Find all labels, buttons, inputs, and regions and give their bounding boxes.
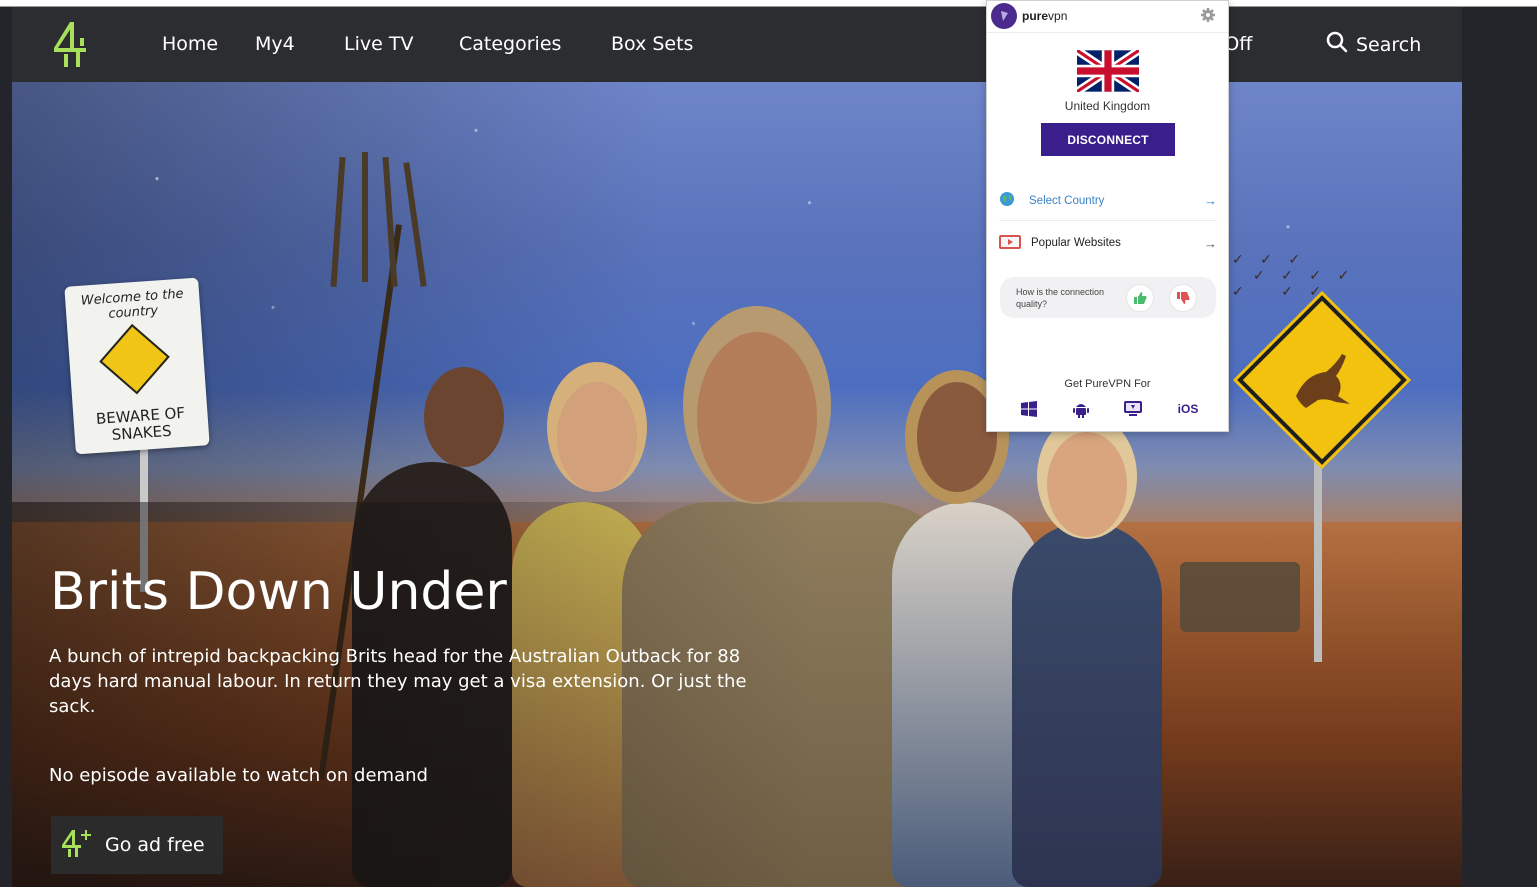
popular-websites-label: Popular Websites — [1031, 237, 1121, 249]
purevpn-logo-icon — [991, 3, 1017, 29]
select-country-row[interactable]: Select Country → — [999, 181, 1217, 221]
ios-link[interactable]: iOS — [1173, 399, 1203, 419]
snake-warning-sign: Welcome to the country BEWARE OF SNAKES — [64, 277, 210, 455]
left-edge — [0, 7, 12, 887]
person-3-head — [697, 332, 817, 502]
purevpn-brand: purevpn — [1022, 9, 1067, 23]
birds-image: ✓ ✓ ✓ ✓ ✓ ✓ ✓ ✓ ✓ ✓ — [1232, 252, 1356, 300]
go-ad-free-button[interactable]: Go ad free — [51, 816, 223, 874]
nav-categories[interactable]: Categories — [459, 33, 561, 55]
channel4-plus-icon — [61, 828, 93, 863]
show-description: A bunch of intrepid backpacking Brits he… — [49, 646, 747, 717]
search-button[interactable]: Search — [1326, 31, 1421, 58]
quality-question: How is the connection quality? — [1016, 287, 1105, 309]
connection-quality-box: How is the connection quality? — [1000, 277, 1216, 318]
search-icon — [1326, 31, 1348, 58]
person-4-head — [917, 382, 997, 492]
sign-text-welcome: Welcome to the country — [80, 286, 185, 322]
nav-my4[interactable]: My4 — [255, 33, 295, 55]
person-5-head — [1047, 432, 1127, 537]
purevpn-popup: purevpn United Kingdom DISCONNECT Select… — [986, 0, 1229, 432]
person-5-image — [1012, 522, 1162, 887]
nav-box-sets[interactable]: Box Sets — [611, 33, 693, 55]
settings-gear-icon[interactable] — [1200, 7, 1216, 23]
top-navigation: Home My4 Live TV Categories Box Sets s: … — [12, 7, 1462, 82]
popular-websites-row[interactable]: Popular Websites → — [999, 223, 1217, 263]
globe-icon — [999, 191, 1015, 210]
availability-text: No episode available to watch on demand — [49, 765, 428, 786]
windows-icon[interactable] — [1019, 399, 1039, 419]
android-icon[interactable] — [1071, 399, 1091, 419]
person-1-head — [424, 367, 504, 467]
nav-home[interactable]: Home — [162, 33, 218, 55]
browser-top-strip — [0, 0, 1537, 7]
uk-flag-icon — [1074, 46, 1142, 96]
right-side-panel — [1462, 7, 1537, 887]
brand-rest: vpn — [1048, 9, 1068, 23]
arrow-right-icon: → — [1204, 193, 1217, 208]
mac-icon[interactable] — [1123, 399, 1143, 419]
video-player-icon — [999, 234, 1021, 252]
go-ad-free-label: Go ad free — [105, 834, 205, 856]
person-2-head — [557, 382, 637, 492]
brand-bold: pure — [1022, 9, 1049, 23]
thumbs-down-icon[interactable] — [1169, 284, 1197, 312]
nav-live-tv[interactable]: Live TV — [344, 33, 413, 55]
snake-diamond-icon — [99, 323, 170, 395]
vpn-header: purevpn — [987, 1, 1228, 33]
kangaroo-sign-post — [1314, 462, 1322, 662]
jeep-image — [1180, 562, 1300, 632]
show-title: Brits Down Under — [50, 562, 507, 622]
arrow-right-icon: → — [1204, 235, 1217, 251]
select-country-label: Select Country — [1029, 194, 1105, 207]
get-purevpn-label: Get PureVPN For — [1064, 378, 1151, 390]
pitchfork-tine-2 — [362, 152, 368, 282]
thumbs-up-icon[interactable] — [1126, 284, 1154, 312]
connected-country: United Kingdom — [1064, 99, 1151, 113]
search-label: Search — [1356, 33, 1422, 56]
sign-text-beware: BEWARE OF SNAKES — [95, 403, 186, 444]
channel4-logo-icon[interactable] — [50, 20, 90, 70]
disconnect-button[interactable]: DISCONNECT — [1041, 123, 1175, 156]
